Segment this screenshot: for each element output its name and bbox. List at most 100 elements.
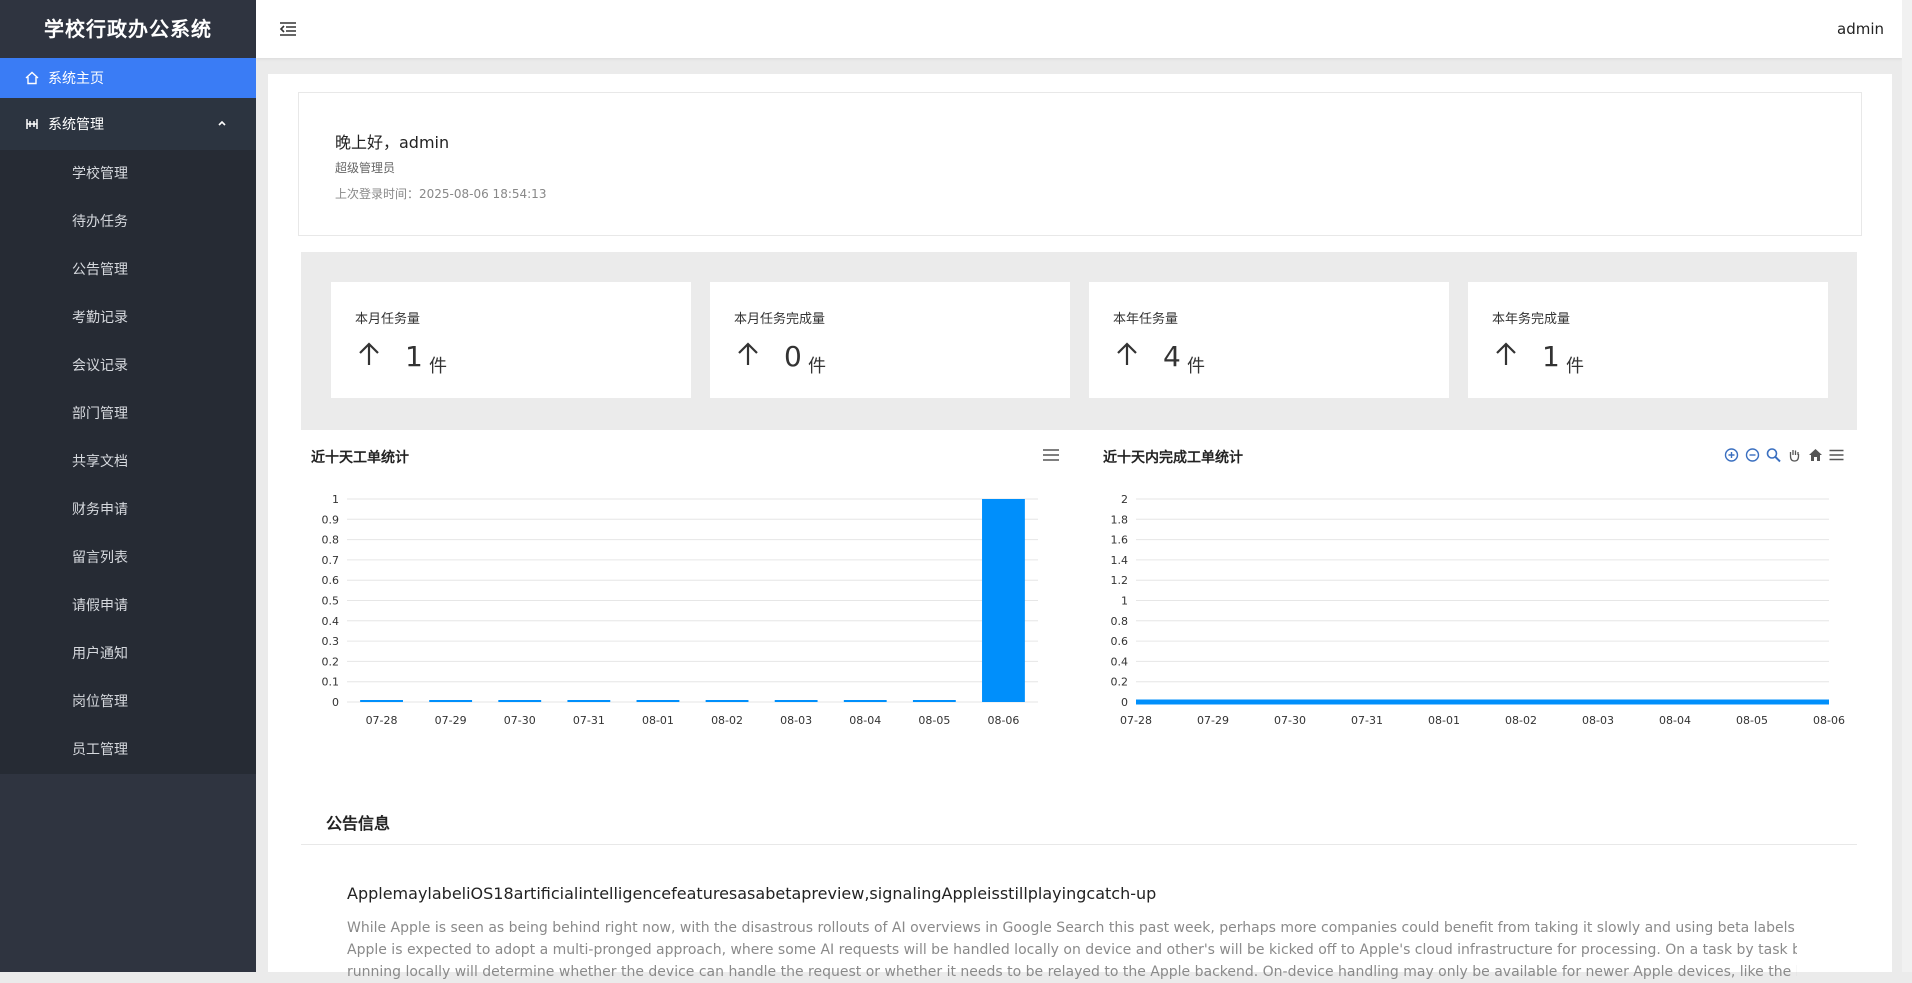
- chart-recent-tickets: 近十天工单统计 0 0.1 0.2 0.3 0.4 0.5 0.6 0.7 0.8 0.9 1 07-…: [311, 447, 1061, 747]
- y-tick-label: 2: [1121, 493, 1128, 506]
- y-tick-label: 0.6: [1111, 635, 1129, 648]
- sidebar-item[interactable]: 会议记录: [0, 342, 256, 390]
- home-icon[interactable]: [1807, 447, 1824, 463]
- chart-toolbar: [1723, 447, 1845, 463]
- pan-hand-icon[interactable]: [1786, 447, 1803, 463]
- y-tick-label: 1.8: [1111, 513, 1129, 526]
- stat-unit: 件: [808, 356, 826, 377]
- sidebar-item-home[interactable]: 系统主页: [0, 58, 256, 98]
- x-tick-label: 07-31: [1351, 714, 1383, 727]
- stat-label: 本月任务量: [355, 312, 421, 327]
- stat-unit: 件: [1566, 356, 1584, 377]
- app-title: 学校行政办公系统: [44, 17, 212, 41]
- notice-header: 公告信息: [301, 796, 1857, 845]
- x-tick-label: 08-02: [1505, 714, 1537, 727]
- menu-icon[interactable]: [1041, 447, 1061, 463]
- notice-title[interactable]: ApplemaylabeliOS18artificialintelligence…: [347, 884, 1156, 903]
- stat-unit: 件: [1187, 356, 1205, 377]
- stat-label: 本月任务完成量: [734, 312, 826, 327]
- stat-card: 本月任务量 1 件: [331, 282, 691, 398]
- sidebar-item-label: 系统主页: [48, 71, 104, 87]
- chart-completed-tickets: 近十天内完成工单统计 0 0.2 0.4 0.6 0.8 1 1.2 1.4 1.6 1.8 2 07…: [1103, 447, 1853, 747]
- stat-card: 本年务完成量 1 件: [1468, 282, 1828, 398]
- x-tick-label: 07-29: [1197, 714, 1229, 727]
- x-tick-label: 08-04: [849, 714, 881, 727]
- stat-label: 本年任务量: [1113, 312, 1179, 327]
- sidebar-item[interactable]: 共享文档: [0, 438, 256, 486]
- x-tick-label: 08-01: [1428, 714, 1460, 727]
- x-tick-label: 08-05: [918, 714, 950, 727]
- x-tick-label: 08-05: [1736, 714, 1768, 727]
- stat-value: 1: [405, 340, 423, 373]
- notice-section-title: 公告信息: [326, 814, 391, 833]
- bar: [843, 700, 887, 702]
- arrow-up-icon: [1496, 342, 1516, 365]
- y-tick-label: 1: [1121, 595, 1128, 608]
- sidebar-item[interactable]: 部门管理: [0, 390, 256, 438]
- zoom-in-icon[interactable]: [1723, 447, 1740, 463]
- notice-line: running locally will determine whether t…: [347, 964, 1797, 980]
- sidebar-item[interactable]: 学校管理: [0, 150, 256, 198]
- notice-line: While Apple is seen as being behind righ…: [347, 920, 1797, 936]
- last-login-time: 上次登录时间：2025-08-06 18:54:13: [335, 187, 547, 201]
- y-tick-label: 0.1: [322, 676, 340, 689]
- y-tick-label: 1.4: [1111, 554, 1129, 567]
- y-tick-label: 1: [332, 493, 339, 506]
- search-zoom-icon[interactable]: [1765, 447, 1782, 463]
- user-menu[interactable]: admin: [1837, 0, 1884, 58]
- menu-icon[interactable]: [1828, 447, 1845, 463]
- greeting-text: 晚上好，admin: [335, 133, 450, 152]
- x-tick-label: 08-06: [1813, 714, 1845, 727]
- x-tick-label: 07-30: [504, 714, 536, 727]
- y-tick-label: 0.5: [322, 595, 340, 608]
- x-tick-label: 07-29: [435, 714, 467, 727]
- x-tick-label: 08-01: [642, 714, 674, 727]
- sidebar-item[interactable]: 请假申请: [0, 582, 256, 630]
- x-tick-label: 08-03: [780, 714, 812, 727]
- bar: [982, 499, 1025, 702]
- user-role: 超级管理员: [335, 161, 396, 175]
- sidebar-item[interactable]: 待办任务: [0, 198, 256, 246]
- sidebar-item[interactable]: 财务申请: [0, 486, 256, 534]
- sidebar-group-system[interactable]: 系统管理: [0, 98, 256, 150]
- x-tick-label: 07-31: [573, 714, 605, 727]
- bar: [567, 700, 611, 702]
- stat-card: 本年任务量 4 件: [1089, 282, 1449, 398]
- y-tick-label: 1.2: [1111, 574, 1129, 587]
- x-tick-label: 08-04: [1659, 714, 1691, 727]
- stat-value: 1: [1542, 340, 1560, 373]
- chart-title: 近十天内完成工单统计: [1103, 450, 1243, 466]
- home-icon: [25, 71, 39, 85]
- welcome-panel: 晚上好，admin 超级管理员 上次登录时间：2025-08-06 18:54:…: [298, 92, 1862, 236]
- settings-sliders-icon: [26, 119, 38, 129]
- stat-card: 本月任务完成量 0 件: [710, 282, 1070, 398]
- sidebar-item[interactable]: 岗位管理: [0, 678, 256, 726]
- scrollbar[interactable]: [1902, 0, 1912, 972]
- y-tick-label: 0.7: [322, 554, 340, 567]
- sidebar-item[interactable]: 员工管理: [0, 726, 256, 774]
- stat-value: 0: [784, 340, 802, 373]
- bar: [912, 700, 956, 702]
- sidebar-submenu: 学校管理 待办任务 公告管理 考勤记录 会议记录 部门管理 共享文档 财务申请 留言列表 请假申请…: [0, 150, 256, 774]
- zoom-out-icon[interactable]: [1744, 447, 1761, 463]
- sidebar-item[interactable]: 考勤记录: [0, 294, 256, 342]
- bar: [429, 700, 473, 702]
- sidebar-item[interactable]: 留言列表: [0, 534, 256, 582]
- bar: [636, 700, 680, 702]
- x-tick-label: 08-02: [711, 714, 743, 727]
- y-tick-label: 0.9: [322, 513, 340, 526]
- y-tick-label: 0: [332, 696, 339, 709]
- x-tick-label: 07-30: [1274, 714, 1306, 727]
- stat-value: 4: [1163, 340, 1181, 373]
- sidebar-item[interactable]: 公告管理: [0, 246, 256, 294]
- menu-toggle-icon[interactable]: [278, 19, 298, 39]
- sidebar-item[interactable]: 用户通知: [0, 630, 256, 678]
- bar: [498, 700, 542, 702]
- bar: [705, 700, 749, 702]
- x-tick-label: 08-03: [1582, 714, 1614, 727]
- chevron-up-icon: [218, 120, 226, 126]
- arrow-up-icon: [359, 342, 379, 365]
- y-tick-label: 0.3: [322, 635, 340, 648]
- top-bar: admin: [256, 0, 1902, 58]
- chart-title: 近十天工单统计: [311, 450, 409, 466]
